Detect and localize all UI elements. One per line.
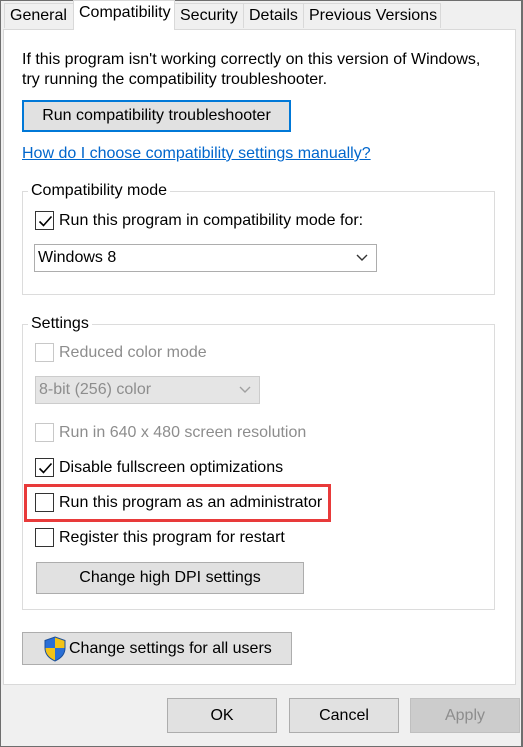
run-as-admin-row[interactable]: Run this program as an administrator xyxy=(35,493,322,512)
chevron-down-icon xyxy=(356,254,368,261)
chevron-down-icon xyxy=(239,386,251,393)
all-users-button[interactable]: Change settings for all users xyxy=(22,632,292,665)
ok-button[interactable]: OK xyxy=(167,698,277,733)
res-640-label: Run in 640 x 480 screen resolution xyxy=(59,423,307,441)
register-restart-label: Register this program for restart xyxy=(59,528,285,546)
run-troubleshooter-button[interactable]: Run compatibility troubleshooter xyxy=(22,100,291,132)
uac-shield-icon xyxy=(44,635,66,662)
color-depth-select: 8-bit (256) color xyxy=(35,376,260,404)
help-link[interactable]: How do I choose compatibility settings m… xyxy=(22,145,371,163)
intro-text: If this program isn't working correctly … xyxy=(22,51,481,88)
compat-mode-group xyxy=(22,191,495,295)
change-dpi-button[interactable]: Change high DPI settings xyxy=(36,562,304,594)
apply-button[interactable]: Apply xyxy=(410,698,520,733)
run-as-admin-label: Run this program as an administrator xyxy=(59,493,323,511)
cancel-button[interactable]: Cancel xyxy=(289,698,399,733)
reduced-color-label: Reduced color mode xyxy=(59,343,207,361)
all-users-label: Change settings for all users xyxy=(69,639,272,657)
color-depth-value: 8-bit (256) color xyxy=(39,381,152,398)
reduced-color-checkbox xyxy=(35,343,54,362)
os-select[interactable]: Windows 8 xyxy=(34,244,377,272)
disable-fullscreen-label: Disable fullscreen optimizations xyxy=(59,458,284,476)
res-640-row: Run in 640 x 480 screen resolution xyxy=(35,423,306,442)
disable-fullscreen-row[interactable]: Disable fullscreen optimizations xyxy=(35,458,283,477)
reduced-color-row: Reduced color mode xyxy=(35,343,207,362)
register-restart-row[interactable]: Register this program for restart xyxy=(35,528,285,547)
checkmark-icon xyxy=(38,462,53,474)
compat-mode-checkbox[interactable] xyxy=(35,211,54,230)
register-restart-checkbox[interactable] xyxy=(35,528,54,547)
compat-mode-row[interactable]: Run this program in compatibility mode f… xyxy=(35,211,363,230)
settings-title: Settings xyxy=(28,314,92,334)
compat-mode-label: Run this program in compatibility mode f… xyxy=(59,211,364,229)
run-as-admin-checkbox[interactable] xyxy=(35,493,54,512)
compat-mode-title: Compatibility mode xyxy=(28,181,171,201)
res-640-checkbox xyxy=(35,423,54,442)
checkmark-icon xyxy=(38,215,53,227)
os-select-value: Windows 8 xyxy=(38,249,117,266)
disable-fullscreen-checkbox[interactable] xyxy=(35,458,54,477)
